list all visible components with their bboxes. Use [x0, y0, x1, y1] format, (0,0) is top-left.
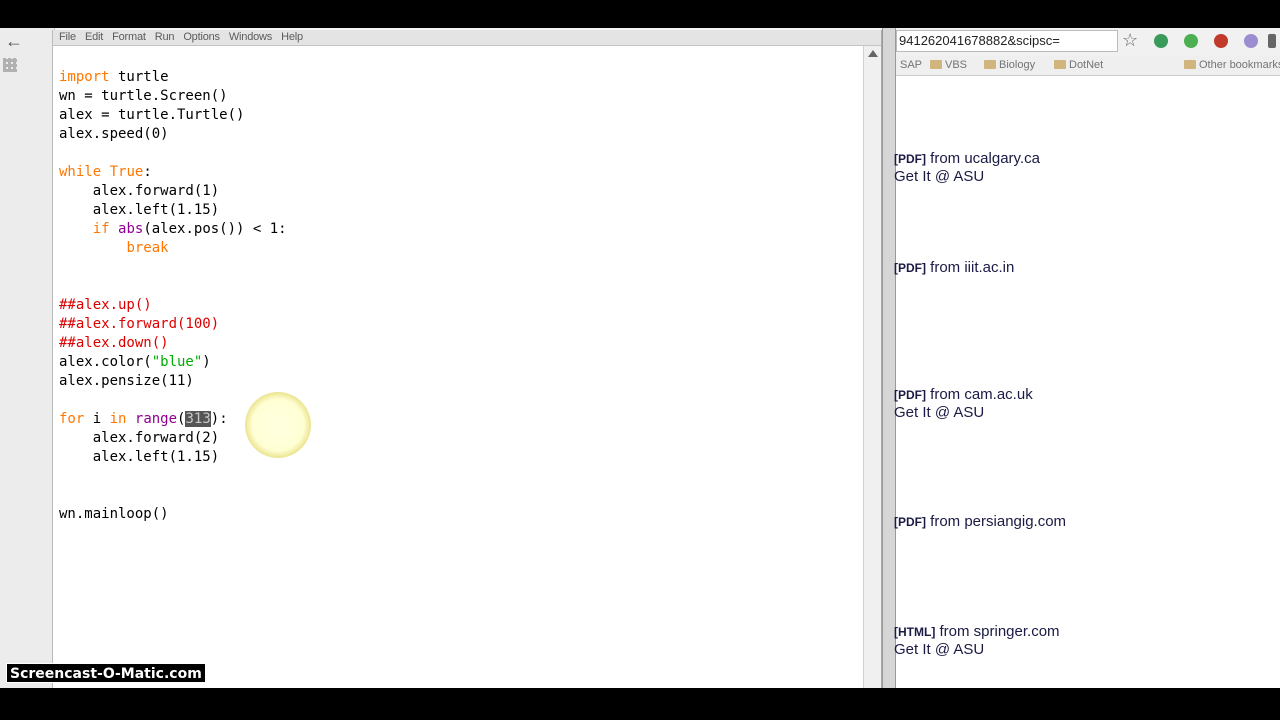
- result-link[interactable]: [PDF] from cam.ac.uk: [894, 385, 1033, 405]
- code-line: alex = turtle.Turtle(): [59, 107, 245, 123]
- editor-menubar: File Edit Format Run Options Windows Hel…: [53, 30, 881, 46]
- code-line: alex.forward(1): [59, 183, 220, 199]
- extension-icon[interactable]: [1244, 34, 1258, 48]
- extension-icon[interactable]: [1184, 34, 1198, 48]
- get-it-link[interactable]: Get It @ ASU: [894, 404, 984, 421]
- background-browser-strip: ←: [0, 28, 55, 688]
- code-line: alex.color("blue"): [59, 354, 211, 370]
- code-line: alex.left(1.15): [59, 202, 220, 218]
- bookmark-vbs[interactable]: VBS: [930, 59, 967, 71]
- code-line: while True:: [59, 164, 152, 180]
- back-arrow-icon[interactable]: ←: [5, 31, 23, 52]
- bookmark-biology[interactable]: Biology: [984, 59, 1035, 71]
- menu-run[interactable]: Run: [155, 30, 184, 45]
- bookmarks-bar: SAP VBS Biology DotNet Other bookmarks: [896, 56, 1280, 76]
- address-bar[interactable]: 941262041678882&scipsc=: [896, 30, 1118, 52]
- folder-icon: [984, 60, 996, 69]
- code-line: break: [126, 240, 169, 256]
- selected-text[interactable]: 313: [185, 411, 211, 427]
- browser-window: 941262041678882&scipsc= ☆ SAP VBS Biolog…: [894, 28, 1280, 688]
- browser-toolbar: 941262041678882&scipsc= ☆: [896, 28, 1280, 56]
- bookmark-star-icon[interactable]: ☆: [1122, 30, 1138, 51]
- editor-vertical-scrollbar[interactable]: [863, 46, 881, 688]
- menu-format[interactable]: Format: [112, 30, 155, 45]
- menu-windows[interactable]: Windows: [229, 30, 281, 45]
- result-link[interactable]: [PDF] from ucalgary.ca: [894, 149, 1040, 169]
- code-line: alex.left(1.15): [59, 449, 220, 465]
- window-divider[interactable]: [882, 28, 896, 688]
- menu-help[interactable]: Help: [281, 30, 312, 45]
- code-line: for i in range(313):: [59, 411, 228, 427]
- apps-grid-icon[interactable]: [3, 58, 17, 72]
- bookmark-other[interactable]: Other bookmarks: [1184, 59, 1280, 71]
- code-line: alex.forward(2): [59, 430, 220, 446]
- bookmark-sap[interactable]: SAP: [900, 59, 922, 71]
- scroll-up-arrow-icon[interactable]: [868, 50, 878, 57]
- code-line: wn.mainloop(): [59, 506, 169, 522]
- code-text-area[interactable]: import turtle wn = turtle.Screen() alex …: [59, 68, 859, 524]
- folder-icon: [930, 60, 942, 69]
- result-link[interactable]: [PDF] from persiangig.com: [894, 512, 1066, 532]
- get-it-link[interactable]: Get It @ ASU: [894, 641, 984, 658]
- get-it-link[interactable]: Get It @ ASU: [894, 168, 984, 185]
- result-link[interactable]: [PDF] from iiit.ac.in: [894, 258, 1014, 278]
- result-link[interactable]: [HTML] from springer.com: [894, 622, 1060, 642]
- code-line-comment: ##alex.up(): [59, 297, 152, 313]
- menu-edit[interactable]: Edit: [85, 30, 112, 45]
- bookmark-dotnet[interactable]: DotNet: [1054, 59, 1103, 71]
- menu-file[interactable]: File: [59, 30, 85, 45]
- menu-icon[interactable]: [1268, 34, 1276, 48]
- code-line: alex.pensize(11): [59, 373, 194, 389]
- code-line-comment: ##alex.down(): [59, 335, 169, 351]
- code-line: import turtle: [59, 69, 169, 85]
- folder-icon: [1184, 60, 1196, 69]
- code-line: wn = turtle.Screen(): [59, 88, 228, 104]
- folder-icon: [1054, 60, 1066, 69]
- extension-icon[interactable]: [1214, 34, 1228, 48]
- code-line-comment: ##alex.forward(100): [59, 316, 220, 332]
- desktop: ← File Edit Format Run Options Windows H…: [0, 28, 1280, 688]
- menu-options[interactable]: Options: [183, 30, 229, 45]
- idle-editor-window[interactable]: File Edit Format Run Options Windows Hel…: [52, 30, 882, 688]
- screencast-watermark: Screencast-O-Matic.com: [6, 663, 206, 683]
- extension-icon[interactable]: [1154, 34, 1168, 48]
- code-line: if abs(alex.pos()) < 1:: [92, 221, 287, 237]
- code-line: alex.speed(0): [59, 126, 169, 142]
